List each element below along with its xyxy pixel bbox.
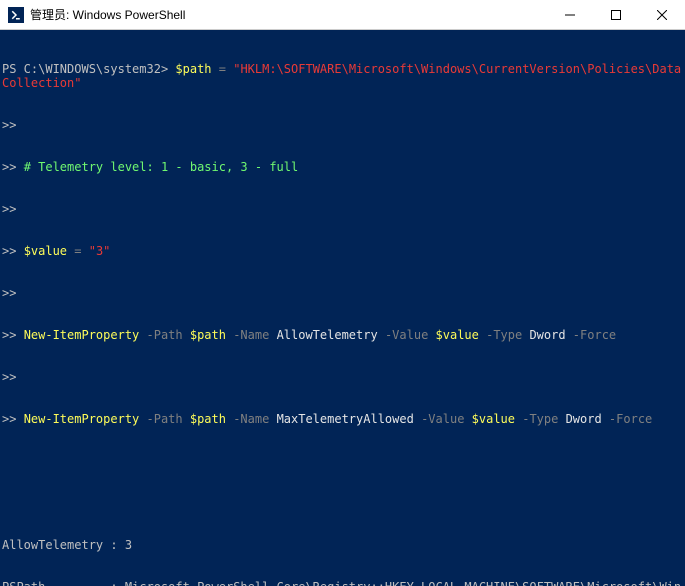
terminal-line: >> $value = "3": [0, 244, 685, 258]
minimize-button[interactable]: [547, 0, 593, 29]
terminal-line: [0, 454, 685, 468]
terminal-line: PS C:\WINDOWS\system32> $path = "HKLM:\S…: [0, 62, 685, 90]
terminal-line: >>: [0, 286, 685, 300]
terminal-line: >> # Telemetry level: 1 - basic, 3 - ful…: [0, 160, 685, 174]
window-buttons: [547, 0, 685, 29]
terminal-line: >> New-ItemProperty -Path $path -Name Al…: [0, 328, 685, 342]
terminal-area[interactable]: PS C:\WINDOWS\system32> $path = "HKLM:\S…: [0, 30, 685, 586]
close-button[interactable]: [639, 0, 685, 29]
terminal-line: >> New-ItemProperty -Path $path -Name Ma…: [0, 412, 685, 426]
terminal-line: >>: [0, 370, 685, 384]
app-icon: [8, 7, 24, 23]
maximize-button[interactable]: [593, 0, 639, 29]
titlebar: 管理员: Windows PowerShell: [0, 0, 685, 30]
output-line: PSPath : Microsoft.PowerShell.Core\Regis…: [0, 580, 685, 586]
terminal-line: >>: [0, 118, 685, 132]
terminal-line: [0, 496, 685, 510]
window-title: 管理员: Windows PowerShell: [30, 6, 547, 23]
output-line: AllowTelemetry : 3: [0, 538, 685, 552]
terminal-line: >>: [0, 202, 685, 216]
